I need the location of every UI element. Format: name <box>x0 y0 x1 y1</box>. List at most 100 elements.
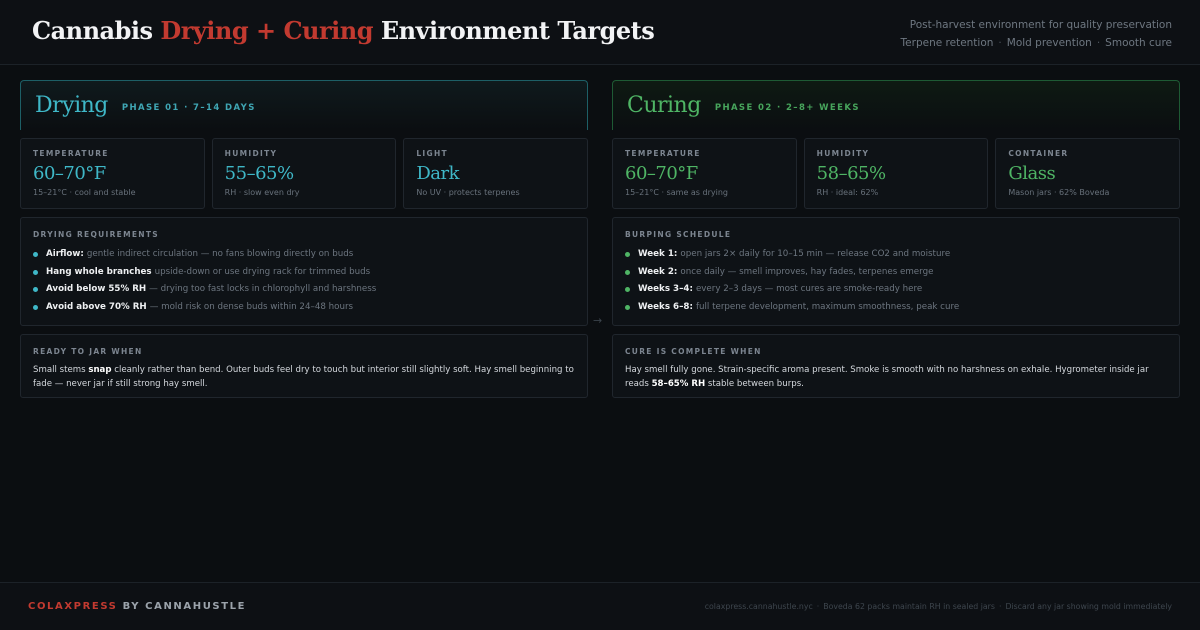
schedule-list: Week 1: open jars 2× daily for 10–15 min … <box>625 246 1167 316</box>
bullet-dot-icon <box>33 287 38 293</box>
footer-note: Boveda 62 packs maintain RH in sealed ja… <box>823 602 995 611</box>
item-key: Avoid below 55% RH <box>46 284 147 294</box>
bullet-dot-icon <box>625 269 630 275</box>
item-key: Weeks 3–4: <box>638 284 693 294</box>
stat-note: No UV · protects terpenes <box>416 188 520 197</box>
ready-text-bold: snap <box>88 365 112 375</box>
arrow-right-icon: → <box>593 314 603 327</box>
ready-text-start: Small stems <box>33 365 89 375</box>
stat-value: 60–70°F <box>625 163 698 184</box>
phase-tag: PHASE 01 · 7–14 DAYS <box>121 102 256 113</box>
ready-to-jar-card: READY TO JAR WHEN Small stems snap clean… <box>20 334 588 398</box>
curing-stats: TEMPERATURE 60–70°F 15–21°C · same as dr… <box>612 138 1181 209</box>
stat-card-container: CONTAINER Glass Mason jars · 62% Boveda <box>995 138 1181 209</box>
list-item: Week 1: open jars 2× daily for 10–15 min … <box>625 246 1167 264</box>
stat-card-temperature: TEMPERATURE 60–70°F 15–21°C · cool and s… <box>20 138 205 209</box>
curing-phase-header: Curing PHASE 02 · 2–8+ WEEKS <box>612 80 1180 130</box>
item-text: full terpene development, maximum smooth… <box>695 301 960 312</box>
footer-link[interactable]: colaxpress.cannahustle.nyc <box>705 602 813 611</box>
list-item: Avoid above 70% RH — mold risk on dense b… <box>33 299 575 317</box>
card-label: BURPING SCHEDULE <box>625 230 732 239</box>
stat-card-humidity: HUMIDITY 55–65% RH · slow even dry <box>211 138 397 209</box>
brand-logo: COLAXPRESS BY CANNAHUSTLE <box>28 601 246 612</box>
list-item: Week 2: once daily — smell improves, hay … <box>625 264 1167 282</box>
list-item: Avoid below 55% RH — drying too fast lock… <box>33 281 575 299</box>
subtitle-tag: Smooth cure <box>1105 37 1172 49</box>
drying-phase-header: Drying PHASE 01 · 7–14 DAYS <box>20 80 588 130</box>
ready-text-end: cleanly rather than bend. Outer buds fee… <box>33 365 574 389</box>
requirements-list: Airflow: gentle indirect circulation — no… <box>33 246 575 316</box>
separator: · <box>998 37 1002 49</box>
stat-value: 58–65% <box>816 163 886 184</box>
subtitle-tags: Terpene retention · Mold prevention · Smooth… <box>901 34 1172 52</box>
cure-complete-card: CURE IS COMPLETE WHEN Hay smell fully go… <box>612 334 1180 398</box>
header: Cannabis Drying + Curing Environment Tar… <box>0 0 1200 65</box>
bullet-dot-icon <box>33 304 38 310</box>
card-label: CURE IS COMPLETE WHEN <box>625 347 762 356</box>
subtitle-tag: Mold prevention <box>1006 37 1092 49</box>
stat-value: 60–70°F <box>33 163 106 184</box>
item-key: Hang whole branches <box>46 266 152 277</box>
stat-label: HUMIDITY <box>224 149 278 158</box>
ready-description: Small stems snap cleanly rather than ben… <box>33 364 575 391</box>
stat-note: RH · ideal: 62% <box>816 188 879 197</box>
stat-note: 15–21°C · cool and stable <box>33 188 136 197</box>
item-text: once daily — smell improves, hay fades, … <box>680 266 934 277</box>
stat-note: 15–21°C · same as drying <box>625 188 728 197</box>
list-item: Weeks 6–8: full terpene development, maxi… <box>625 299 1167 317</box>
brand-rest: BY CANNAHUSTLE <box>117 601 247 612</box>
bullet-dot-icon <box>33 252 38 258</box>
subtitle-tag: Terpene retention <box>900 37 994 49</box>
bullet-dot-icon <box>625 252 630 258</box>
item-key: Week 2: <box>638 266 678 277</box>
phase-tag: PHASE 02 · 2–8+ WEEKS <box>714 102 860 113</box>
footer-note: Discard any jar showing mold immediately <box>1005 602 1172 611</box>
stat-note: RH · slow even dry <box>224 188 300 197</box>
stat-label: HUMIDITY <box>816 149 870 158</box>
stat-note: Mason jars · 62% Boveda <box>1008 188 1110 197</box>
list-item: Hang whole branches upside-down or use dr… <box>33 264 575 282</box>
separator: · <box>1096 37 1101 49</box>
list-item: Weeks 3–4: every 2–3 days — most cures ar… <box>625 281 1167 299</box>
footer-notes: colaxpress.cannahustle.nyc · Boveda 62 pac… <box>705 602 1172 611</box>
stat-label: TEMPERATURE <box>33 149 109 158</box>
curing-panel: Curing PHASE 02 · 2–8+ WEEKS TEMPERATURE… <box>612 80 1181 398</box>
page-title: Cannabis Drying + Curing Environment Tar… <box>32 16 655 45</box>
stat-value: 55–65% <box>224 163 294 184</box>
stat-card-temperature: TEMPERATURE 60–70°F 15–21°C · same as dr… <box>612 138 797 209</box>
complete-description: Hay smell fully gone. Strain-specific ar… <box>625 364 1167 391</box>
item-key: Avoid above 70% RH <box>46 301 147 312</box>
stat-label: CONTAINER <box>1008 149 1069 158</box>
separator: · <box>998 602 1002 611</box>
item-text: upside-down or use drying rack for trimm… <box>154 266 371 277</box>
list-item: Airflow: gentle indirect circulation — no… <box>33 246 575 264</box>
item-text: gentle indirect circulation — no fans bl… <box>86 249 354 259</box>
stat-card-light: LIGHT Dark No UV · protects terpenes <box>403 138 589 209</box>
brand-accent: COLAXPRESS <box>28 601 118 612</box>
title-accent: Drying + Curing <box>160 16 373 45</box>
item-key: Airflow: <box>46 249 84 259</box>
bullet-dot-icon <box>625 304 630 310</box>
complete-text-end: stable between burps. <box>705 378 804 389</box>
stat-value: Glass <box>1008 163 1056 184</box>
card-label: READY TO JAR WHEN <box>33 347 143 356</box>
stat-label: LIGHT <box>416 149 448 158</box>
item-text: every 2–3 days — most cures are smoke-re… <box>695 284 923 294</box>
phase-title: Curing <box>627 93 701 118</box>
drying-panel: Drying PHASE 01 · 7–14 DAYS TEMPERATURE … <box>20 80 589 398</box>
bullet-dot-icon <box>33 269 38 275</box>
burping-schedule-card: BURPING SCHEDULE Week 1: open jars 2× dai… <box>612 217 1180 326</box>
header-subtitle: Post-harvest environment for quality pre… <box>901 16 1172 52</box>
card-label: DRYING REQUIREMENTS <box>33 230 159 239</box>
item-text: — drying too fast locks in chlorophyll a… <box>149 284 377 294</box>
phase-title: Drying <box>35 93 108 118</box>
stat-label: TEMPERATURE <box>625 149 701 158</box>
title-suffix: Environment Targets <box>373 16 655 45</box>
complete-text-bold: 58–65% RH <box>651 378 706 389</box>
item-key: Week 1: <box>638 249 678 259</box>
bullet-dot-icon <box>625 287 630 293</box>
stat-card-humidity: HUMIDITY 58–65% RH · ideal: 62% <box>803 138 989 209</box>
separator: · <box>816 602 820 611</box>
stat-value: Dark <box>416 163 460 184</box>
item-text: open jars 2× daily for 10–15 min — relea… <box>680 249 951 259</box>
